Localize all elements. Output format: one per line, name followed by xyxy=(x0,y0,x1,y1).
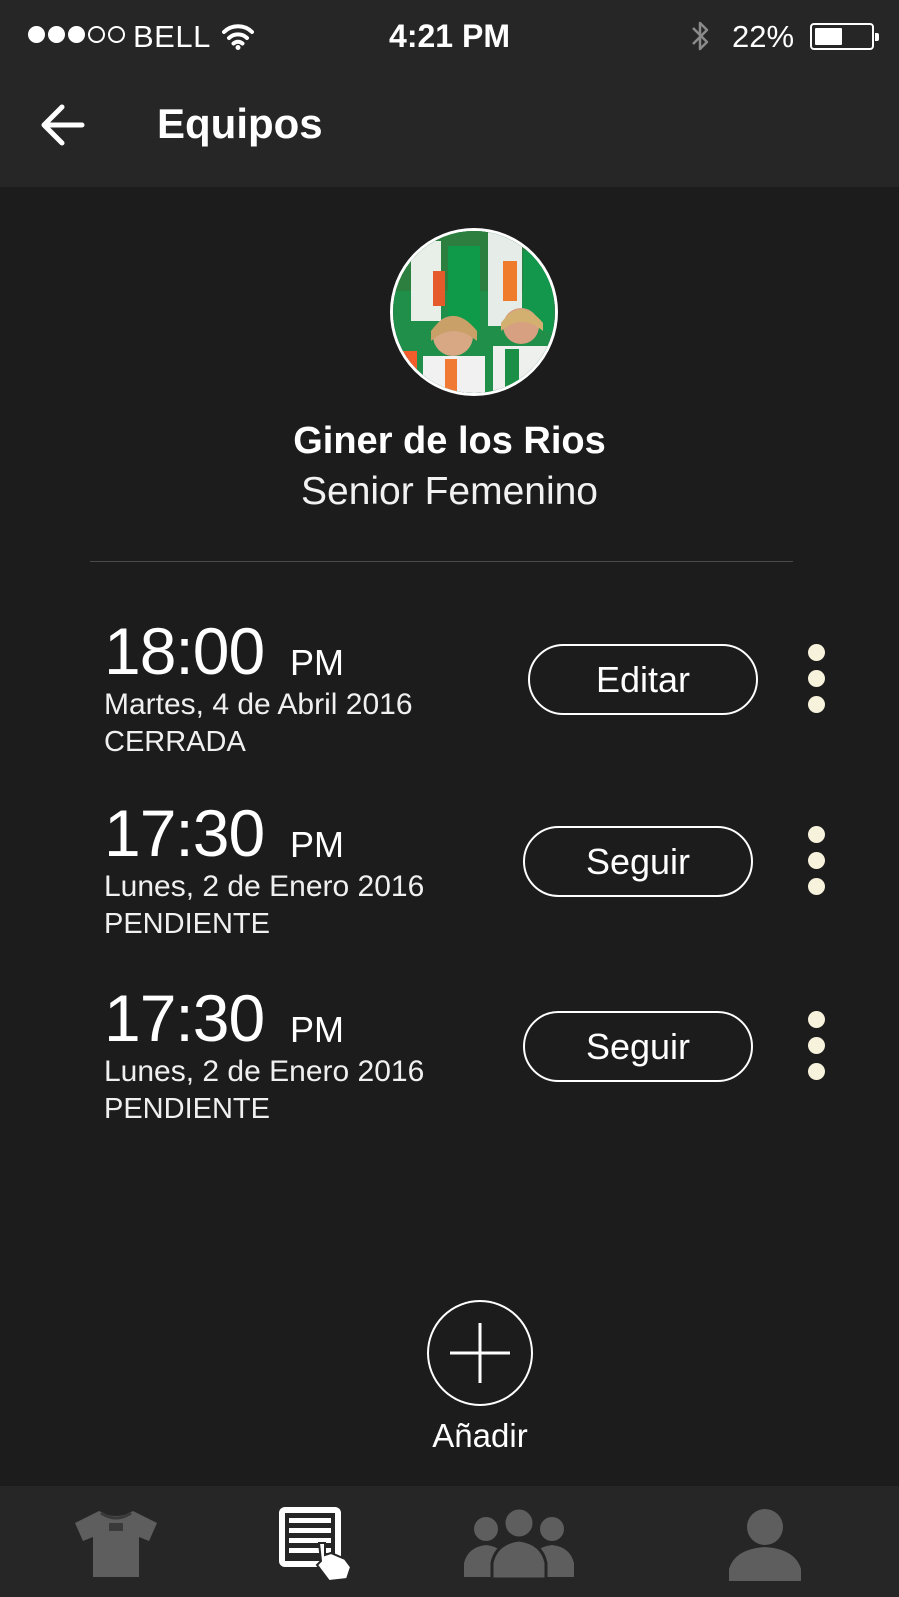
add-label: Añadir xyxy=(432,1417,528,1454)
tab-list[interactable] xyxy=(270,1498,366,1588)
event-status: CERRADA xyxy=(104,726,246,758)
back-button[interactable] xyxy=(36,98,92,154)
event-ampm: PM xyxy=(290,1009,344,1050)
team-category: Senior Femenino xyxy=(301,470,598,513)
status-bar: BELL 4:21 PM 22% xyxy=(0,0,899,70)
event-date: Lunes, 2 de Enero 2016 xyxy=(104,870,425,903)
battery-icon xyxy=(810,23,879,50)
battery-percentage: 22% xyxy=(732,19,795,54)
more-options-icon[interactable] xyxy=(808,826,826,896)
edit-button[interactable]: Editar xyxy=(528,644,758,715)
page-title: Equipos xyxy=(157,100,323,147)
bluetooth-icon xyxy=(690,18,710,59)
more-options-icon[interactable] xyxy=(808,1011,826,1081)
team-name: Giner de los Rios xyxy=(293,420,606,462)
tab-jersey[interactable] xyxy=(68,1498,164,1588)
user-icon xyxy=(729,1509,801,1581)
event-ampm: PM xyxy=(290,642,344,683)
plus-icon xyxy=(450,1323,510,1383)
event-row: 17:30 PM Lunes, 2 de Enero 2016 PENDIENT… xyxy=(0,800,899,960)
jersey-icon xyxy=(75,1511,157,1577)
event-row: 17:30 PM Lunes, 2 de Enero 2016 PENDIENT… xyxy=(0,985,899,1145)
more-options-icon[interactable] xyxy=(808,644,826,714)
event-status: PENDIENTE xyxy=(104,1093,270,1125)
list-touch-icon xyxy=(279,1507,353,1583)
follow-button[interactable]: Seguir xyxy=(523,826,753,897)
event-status: PENDIENTE xyxy=(104,908,270,940)
group-icon xyxy=(464,1506,574,1581)
top-bar: BELL 4:21 PM 22% Equipos xyxy=(0,0,899,187)
event-row: 18:00 PM Martes, 4 de Abril 2016 CERRADA… xyxy=(0,618,899,778)
team-avatar xyxy=(390,228,558,396)
divider xyxy=(90,561,793,562)
event-ampm: PM xyxy=(290,824,344,865)
follow-button[interactable]: Seguir xyxy=(523,1011,753,1082)
event-date: Lunes, 2 de Enero 2016 xyxy=(104,1055,425,1088)
event-time: 17:30 xyxy=(104,981,265,1055)
tab-bar xyxy=(0,1486,899,1597)
event-date: Martes, 4 de Abril 2016 xyxy=(104,688,413,721)
tab-group[interactable] xyxy=(460,1498,578,1588)
add-button[interactable] xyxy=(427,1300,533,1406)
event-time: 18:00 xyxy=(104,614,265,688)
event-time: 17:30 xyxy=(104,796,265,870)
arrow-left-icon xyxy=(41,104,85,146)
tab-profile[interactable] xyxy=(720,1498,810,1588)
